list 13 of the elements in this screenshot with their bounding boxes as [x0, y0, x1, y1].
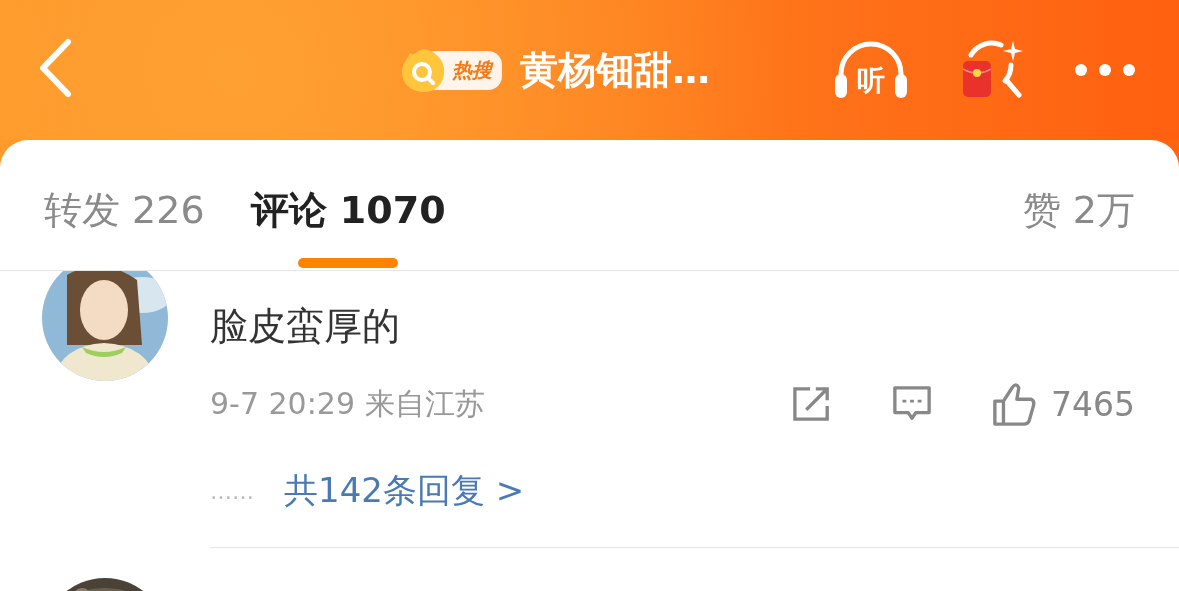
tab[interactable]: 评论 1070	[250, 170, 446, 270]
page-title: 黄杨钿甜…	[520, 46, 710, 94]
comment-text: 脸皮蛮厚的	[210, 303, 401, 350]
like-button[interactable]: 7465	[991, 382, 1135, 426]
listen-button[interactable]: 听	[831, 40, 911, 100]
back-icon[interactable]	[38, 38, 72, 98]
reply-dots: ……	[210, 478, 254, 504]
replies-link[interactable]: 共142条回复 >	[284, 468, 525, 514]
tab[interactable]: 转发 226	[44, 170, 205, 270]
more-icon[interactable]	[1073, 62, 1137, 78]
thumbs-up-icon	[991, 382, 1037, 426]
tab[interactable]: 赞 2万	[1022, 170, 1135, 270]
comment-time: 9-7 20:29 来自江苏	[210, 384, 485, 423]
